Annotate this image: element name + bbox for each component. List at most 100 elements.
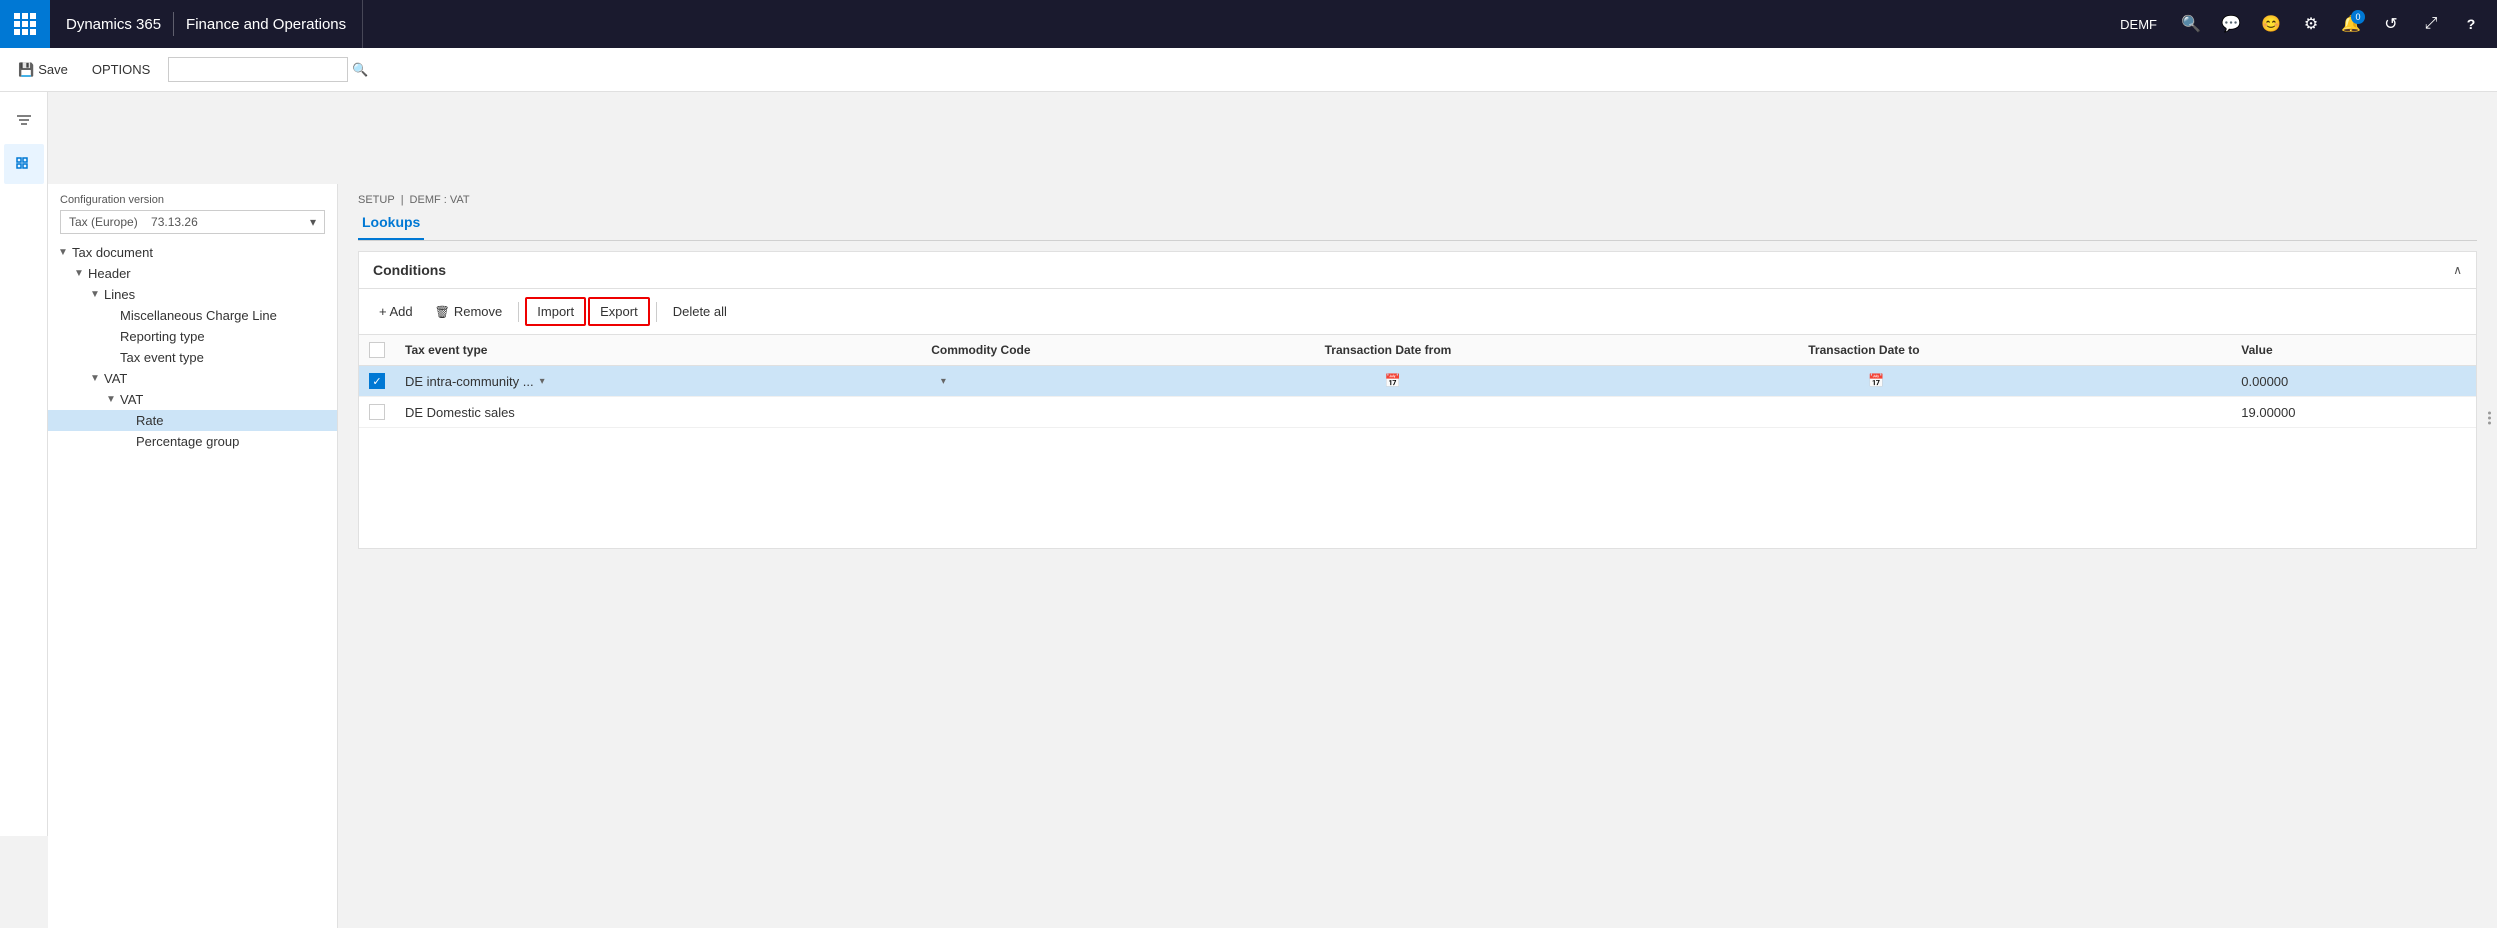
sidebar-menu-icon[interactable] [4, 144, 44, 184]
tree-item-tax-document[interactable]: ▼ Tax document [48, 242, 337, 263]
secondary-toolbar: 💾 Save OPTIONS 🔍 [0, 48, 2497, 92]
row2-value: 19.00000 [2231, 397, 2476, 428]
row2-date-to [1798, 397, 2231, 428]
resize-handle[interactable] [2481, 400, 2497, 437]
col-header-value: Value [2231, 335, 2476, 366]
brand-area: Dynamics 365 Finance and Operations [0, 0, 363, 48]
settings-nav-button[interactable]: ⚙ [2293, 6, 2329, 42]
tree-item-lines[interactable]: ▼ Lines [48, 284, 337, 305]
options-button[interactable]: OPTIONS [82, 56, 161, 83]
brand-fo: Finance and Operations [186, 16, 346, 33]
toolbar-search-icon[interactable]: 🔍 [352, 62, 368, 78]
toolbar-search-area: 🔍 [168, 57, 368, 82]
header-checkbox[interactable] [369, 342, 385, 358]
config-version-label: Configuration version [60, 194, 325, 206]
row2-tax-event-type: DE Domestic sales [395, 397, 921, 428]
export-label: Export [600, 304, 638, 319]
notification-badge: 0 [2351, 10, 2365, 24]
conditions-table: Tax event type Commodity Code Transactio… [359, 335, 2476, 428]
conditions-panel: Conditions ∧ + Add 🗑 Remove Import Expor… [358, 251, 2477, 549]
content-area: SETUP | DEMF : VAT Lookups Conditions ∧ … [338, 184, 2497, 928]
conditions-header: Conditions ∧ [359, 252, 2476, 289]
message-nav-button[interactable]: 💬 [2213, 6, 2249, 42]
tree-sidebar: Configuration version Tax (Europe) 73.13… [48, 184, 338, 928]
notification-nav-button[interactable]: 🔔 0 [2333, 6, 2369, 42]
remove-row-button[interactable]: 🗑 Remove [425, 299, 513, 324]
tree-item-percentage-group[interactable]: Percentage group [48, 431, 337, 452]
brand-section: Dynamics 365 Finance and Operations [50, 0, 363, 48]
row1-tax-event-dropdown-arrow[interactable]: ▾ [540, 376, 545, 387]
main-layout: Configuration version Tax (Europe) 73.13… [48, 184, 2497, 928]
row1-date-from-calendar[interactable]: 📅 [1385, 373, 1401, 389]
options-label: OPTIONS [92, 62, 151, 77]
row1-date-to[interactable]: 📅 [1798, 366, 2231, 397]
table-row: DE Domestic sales 19.00000 [359, 397, 2476, 428]
col-header-check [359, 335, 395, 366]
config-version-value: Tax (Europe) 73.13.26 [69, 215, 198, 229]
row1-tax-event-type[interactable]: DE intra-community ... ▾ [395, 366, 921, 397]
breadcrumb: SETUP | DEMF : VAT [338, 184, 2497, 210]
search-nav-button[interactable]: 🔍 [2173, 6, 2209, 42]
refresh-nav-button[interactable]: ↺ [2373, 6, 2409, 42]
user-nav-button[interactable]: 😊 [2253, 6, 2289, 42]
row2-checkbox[interactable] [369, 404, 385, 420]
help-nav-button[interactable]: ? [2453, 6, 2489, 42]
table-toolbar: + Add 🗑 Remove Import Export Delete all [359, 289, 2476, 335]
tree-item-reporting-type[interactable]: Reporting type [48, 326, 337, 347]
row1-check-cell: ✓ [359, 366, 395, 397]
lookups-tab[interactable]: Lookups [358, 210, 424, 240]
remove-label: Remove [454, 304, 502, 319]
import-label: Import [537, 304, 574, 319]
import-button[interactable]: Import [525, 297, 586, 326]
row1-value: 0.00000 [2231, 366, 2476, 397]
config-select-chevron: ▾ [310, 215, 316, 229]
config-version-section: Configuration version Tax (Europe) 73.13… [48, 184, 337, 242]
row2-check-cell [359, 397, 395, 428]
add-row-button[interactable]: + Add [369, 299, 423, 324]
table-row: ✓ DE intra-community ... ▾ [359, 366, 2476, 397]
tree-item-vat1[interactable]: ▼ VAT [48, 368, 337, 389]
row1-checkbox[interactable]: ✓ [369, 373, 385, 389]
table-header-row: Tax event type Commodity Code Transactio… [359, 335, 2476, 366]
col-header-date-from: Transaction Date from [1315, 335, 1799, 366]
breadcrumb-separator: | [401, 194, 404, 206]
toolbar-separator-2 [656, 302, 657, 322]
row1-commodity-dropdown-arrow[interactable]: ▾ [941, 376, 946, 387]
fullscreen-nav-button[interactable]: ⤢ [2413, 6, 2449, 42]
sidebar-filter-icon[interactable] [4, 100, 44, 140]
col-header-commodity-code: Commodity Code [921, 335, 1314, 366]
row1-date-to-calendar[interactable]: 📅 [1868, 373, 1884, 389]
conditions-title: Conditions [373, 262, 446, 278]
toolbar-separator [518, 302, 519, 322]
tree-item-vat2[interactable]: ▼ VAT [48, 389, 337, 410]
tree-item-misc-charge-line[interactable]: Miscellaneous Charge Line [48, 305, 337, 326]
brand-d365: Dynamics 365 [66, 16, 161, 33]
remove-icon: 🗑 [435, 305, 450, 319]
table-empty-area [359, 428, 2476, 548]
row1-commodity-code[interactable]: ▾ [921, 366, 1314, 397]
top-nav-right: DEMF 🔍 💬 😊 ⚙ 🔔 0 ↺ ⤢ ? [2108, 6, 2497, 42]
add-row-label: + Add [379, 304, 413, 319]
save-label: Save [38, 62, 68, 77]
tab-area: Lookups [338, 210, 2497, 241]
brand-separator [173, 12, 174, 36]
top-navigation: Dynamics 365 Finance and Operations DEMF… [0, 0, 2497, 48]
save-button[interactable]: 💾 Save [8, 56, 78, 84]
app-grid-icon [14, 13, 36, 35]
save-icon: 💾 [18, 62, 34, 78]
row2-commodity-code [921, 397, 1314, 428]
row2-date-from [1315, 397, 1799, 428]
app-grid-button[interactable] [0, 0, 50, 48]
delete-all-button[interactable]: Delete all [663, 299, 737, 324]
conditions-collapse-button[interactable]: ∧ [2453, 263, 2462, 277]
breadcrumb-part1: SETUP [358, 194, 395, 206]
delete-all-label: Delete all [673, 304, 727, 319]
tree-item-header[interactable]: ▼ Header [48, 263, 337, 284]
row1-date-from[interactable]: 📅 [1315, 366, 1799, 397]
export-button[interactable]: Export [588, 297, 650, 326]
tree-item-tax-event-type[interactable]: Tax event type [48, 347, 337, 368]
toolbar-search-input[interactable] [168, 57, 348, 82]
tree-item-rate[interactable]: Rate [48, 410, 337, 431]
company-name: DEMF [2108, 17, 2169, 32]
config-version-select[interactable]: Tax (Europe) 73.13.26 ▾ [60, 210, 325, 234]
